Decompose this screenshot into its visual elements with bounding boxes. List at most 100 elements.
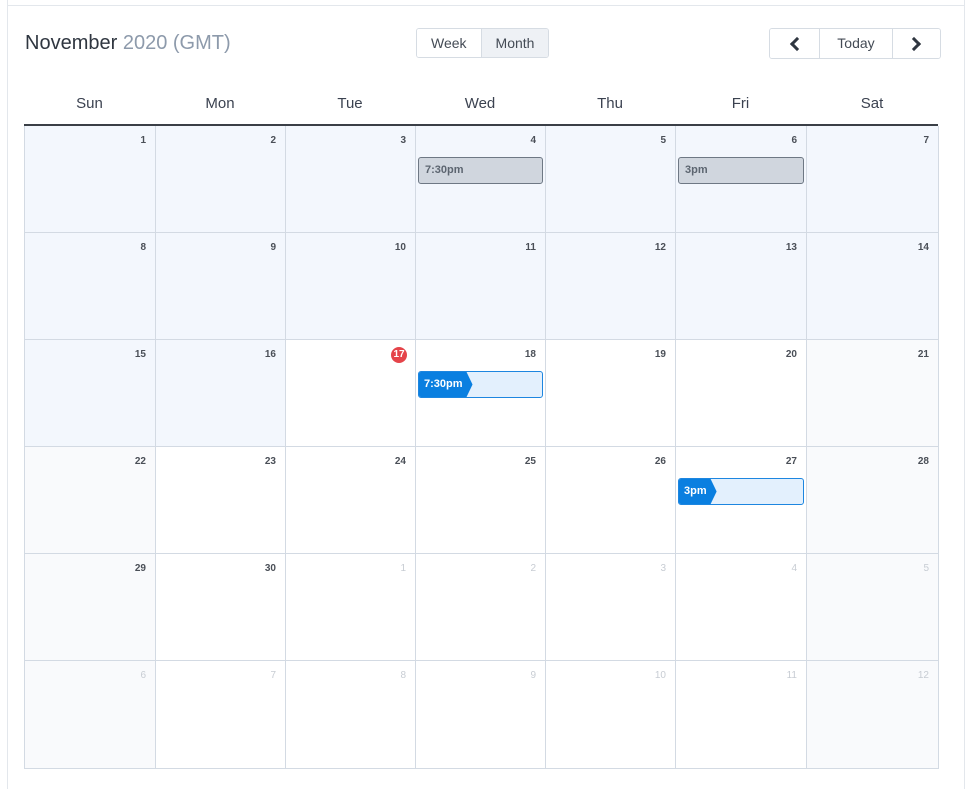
day-cell[interactable]: 24 [286, 447, 416, 554]
day-cell[interactable]: 5 [546, 126, 676, 233]
day-cell[interactable]: 12 [807, 661, 939, 769]
title-month: November [25, 32, 118, 54]
weekday-label: Tue [337, 95, 363, 112]
day-cell[interactable]: 25 [416, 447, 546, 554]
day-number: 12 [654, 242, 666, 253]
chevron-left-icon [789, 36, 804, 52]
day-number: 28 [917, 456, 929, 467]
weekday-label: Sun [76, 95, 103, 112]
day-number: 19 [654, 349, 666, 360]
event-time-tag: 7:30pm [419, 372, 473, 397]
day-number: 29 [134, 563, 146, 574]
day-cell[interactable]: 7 [156, 661, 286, 769]
day-cell[interactable]: 2 [156, 126, 286, 233]
day-number: 10 [394, 242, 406, 253]
weekday-header: Sun Mon Tue Wed Thu Fri Sat [24, 90, 938, 126]
weekday-label: Fri [731, 95, 750, 112]
day-number: 18 [524, 349, 536, 360]
day-number: 4 [530, 135, 536, 146]
day-number: 10 [654, 670, 666, 681]
today-date-badge: 17 [391, 347, 407, 363]
day-cell[interactable]: 15 [25, 340, 156, 447]
day-number: 26 [654, 456, 666, 467]
day-number: 12 [917, 670, 929, 681]
day-cell[interactable]: 7 [807, 126, 939, 233]
day-cell[interactable]: 29 [25, 554, 156, 661]
today-button[interactable]: Today [820, 29, 893, 58]
day-cell[interactable]: 8 [25, 233, 156, 340]
day-cell[interactable]: 8 [286, 661, 416, 769]
day-cell[interactable]: 17 [286, 340, 416, 447]
day-number: 8 [140, 242, 146, 253]
week-view-button[interactable]: Week [417, 29, 481, 57]
day-cell[interactable]: 18 7:30pm [416, 340, 546, 447]
day-cell[interactable]: 28 [807, 447, 939, 554]
day-cell[interactable]: 19 [546, 340, 676, 447]
view-toggle: Week Month [416, 28, 550, 58]
day-number: 7 [923, 135, 929, 146]
day-cell[interactable]: 22 [25, 447, 156, 554]
day-cell[interactable]: 4 [676, 554, 807, 661]
day-number: 4 [791, 563, 797, 574]
day-number: 11 [525, 242, 536, 253]
next-month-button[interactable] [892, 29, 940, 58]
day-cell[interactable]: 10 [546, 661, 676, 769]
day-cell[interactable]: 9 [416, 661, 546, 769]
day-cell[interactable]: 16 [156, 340, 286, 447]
day-cell[interactable]: 26 [546, 447, 676, 554]
day-number: 6 [140, 670, 146, 681]
day-number: 21 [917, 349, 929, 360]
day-cell[interactable]: 6 [25, 661, 156, 769]
day-number: 24 [394, 456, 406, 467]
day-number: 25 [524, 456, 536, 467]
day-number: 13 [785, 242, 797, 253]
day-number: 1 [400, 563, 406, 574]
day-cell[interactable]: 1 [286, 554, 416, 661]
day-cell[interactable]: 30 [156, 554, 286, 661]
day-number: 14 [917, 242, 929, 253]
day-number: 9 [270, 242, 276, 253]
day-number: 30 [264, 563, 276, 574]
panel-top-border [7, 5, 965, 6]
day-cell[interactable]: 11 [676, 661, 807, 769]
day-cell[interactable]: 12 [546, 233, 676, 340]
day-cell[interactable]: 9 [156, 233, 286, 340]
day-cell[interactable]: 1 [25, 126, 156, 233]
day-cell[interactable]: 10 [286, 233, 416, 340]
month-grid: 1 2 3 4 7:30pm 5 6 3pm 7 8 9 10 11 12 13 14 15 16 17 18 7:30… [24, 126, 939, 769]
weekday-label: Mon [205, 95, 235, 112]
day-cell[interactable]: 3 [546, 554, 676, 661]
past-event[interactable]: 7:30pm [418, 157, 543, 184]
day-number: 1 [140, 135, 146, 146]
event-time: 7:30pm [425, 164, 464, 176]
day-cell[interactable]: 3 [286, 126, 416, 233]
day-cell[interactable]: 14 [807, 233, 939, 340]
day-cell[interactable]: 6 3pm [676, 126, 807, 233]
day-cell[interactable]: 13 [676, 233, 807, 340]
past-event[interactable]: 3pm [678, 157, 804, 184]
day-cell[interactable]: 5 [807, 554, 939, 661]
day-cell[interactable]: 4 7:30pm [416, 126, 546, 233]
upcoming-event[interactable]: 7:30pm [418, 371, 543, 398]
upcoming-event[interactable]: 3pm [678, 478, 804, 505]
day-cell[interactable]: 11 [416, 233, 546, 340]
day-cell[interactable]: 21 [807, 340, 939, 447]
day-cell[interactable]: 2 [416, 554, 546, 661]
event-time: 3pm [685, 164, 708, 176]
day-number: 23 [264, 456, 276, 467]
day-cell[interactable]: 27 3pm [676, 447, 807, 554]
event-time-tag: 3pm [679, 479, 717, 504]
day-number: 3 [400, 135, 406, 146]
previous-month-button[interactable] [770, 29, 821, 58]
weekday-label: Sat [860, 95, 884, 112]
day-number: 22 [134, 456, 146, 467]
chevron-right-icon [907, 36, 922, 52]
day-number: 9 [530, 670, 536, 681]
day-cell[interactable]: 20 [676, 340, 807, 447]
day-cell[interactable]: 23 [156, 447, 286, 554]
title-year-timezone: 2020 (GMT) [122, 32, 231, 54]
day-number: 27 [785, 456, 797, 467]
day-number: 20 [785, 349, 797, 360]
month-view-button[interactable]: Month [480, 29, 549, 57]
day-number: 2 [530, 563, 536, 574]
